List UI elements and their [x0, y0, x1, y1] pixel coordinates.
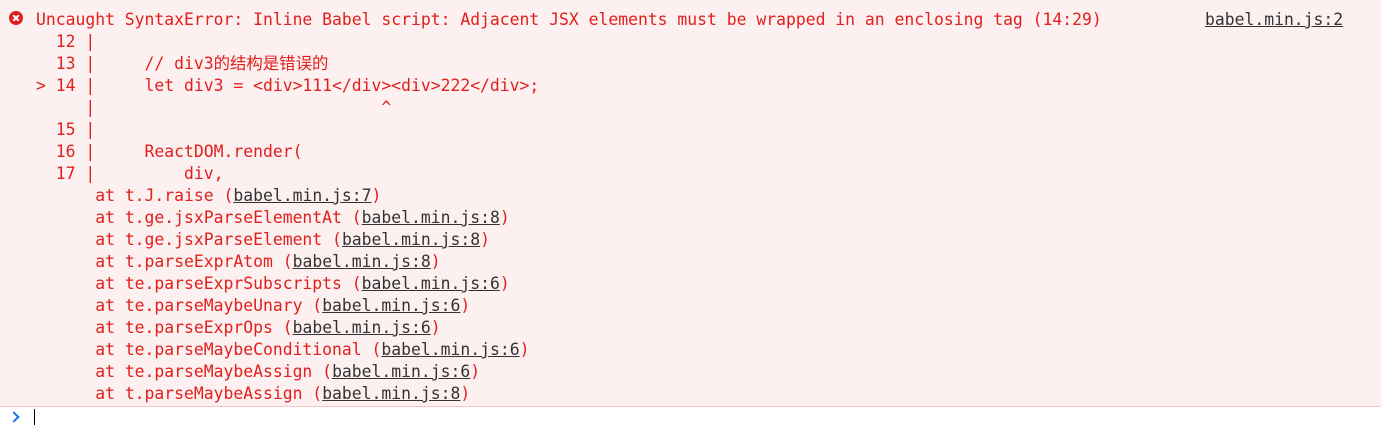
code-frame-line: 17 | div,: [36, 164, 224, 183]
stack-frame: at te.parseExprSubscripts (babel.min.js:…: [36, 274, 510, 293]
stack-frame: at te.parseExprOps (babel.min.js:6): [36, 318, 441, 337]
console-error-message: Uncaught SyntaxError: Inline Babel scrip…: [0, 0, 1381, 407]
stack-frame: at t.ge.jsxParseElementAt (babel.min.js:…: [36, 208, 510, 227]
console-input-caret[interactable]: [34, 409, 35, 425]
code-frame-line: 13 | // div3的结构是错误的: [36, 54, 329, 73]
chevron-right-icon: [8, 411, 20, 423]
stack-frame: at te.parseMaybeConditional (babel.min.j…: [36, 340, 530, 359]
error-source-link[interactable]: babel.min.js:2: [1205, 9, 1343, 31]
stack-frame-function: t.ge.jsxParseElement: [124, 230, 323, 249]
stack-frame-link[interactable]: babel.min.js:6: [362, 274, 500, 293]
stack-frame: at t.parseExprAtom (babel.min.js:8): [36, 252, 441, 271]
code-frame-line: 16 | ReactDOM.render(: [36, 142, 303, 161]
code-frame-line-highlight: > 14 | let div3 = <div>111</div><div>222…: [36, 76, 540, 95]
stack-frame-function: t.parseMaybeAssign: [124, 384, 303, 403]
code-frame-line: 15 |: [36, 120, 96, 139]
stack-frame-link[interactable]: babel.min.js:6: [332, 362, 470, 381]
code-frame-caret-line: | ^: [36, 98, 392, 117]
stack-frame-function: te.parseMaybeAssign: [124, 362, 313, 381]
stack-frame: at te.parseMaybeUnary (babel.min.js:6): [36, 296, 471, 315]
stack-frame-link[interactable]: babel.min.js:6: [322, 296, 460, 315]
stack-frame-function: te.parseExprSubscripts: [124, 274, 342, 293]
stack-frame-link[interactable]: babel.min.js:8: [322, 384, 460, 403]
error-message-text: Uncaught SyntaxError: Inline Babel scrip…: [36, 10, 1102, 29]
stack-frame-function: t.parseExprAtom: [124, 252, 273, 271]
stack-frame-link[interactable]: babel.min.js:8: [293, 252, 431, 271]
stack-frame-link[interactable]: babel.min.js:8: [362, 208, 500, 227]
console-prompt[interactable]: [0, 407, 1381, 425]
stack-frame-function: te.parseMaybeUnary: [124, 296, 303, 315]
stack-frame-link[interactable]: babel.min.js:6: [293, 318, 431, 337]
code-frame-line: 12 |: [36, 32, 96, 51]
stack-frame-link[interactable]: babel.min.js:7: [233, 186, 371, 205]
error-circle-icon: [9, 11, 23, 25]
stack-frame: at te.parseMaybeAssign (babel.min.js:6): [36, 362, 481, 381]
stack-frame-function: t.J.raise: [124, 186, 214, 205]
stack-frame: at t.ge.jsxParseElement (babel.min.js:8): [36, 230, 490, 249]
stack-frame-function: t.ge.jsxParseElementAt: [124, 208, 342, 227]
stack-frame-function: te.parseMaybeConditional: [124, 340, 362, 359]
stack-frame-link[interactable]: babel.min.js:6: [381, 340, 519, 359]
stack-frame: at t.J.raise (babel.min.js:7): [36, 186, 382, 205]
stack-frame-link[interactable]: babel.min.js:8: [342, 230, 480, 249]
stack-frame-function: te.parseExprOps: [124, 318, 273, 337]
stack-frame: at t.parseMaybeAssign (babel.min.js:8): [36, 384, 471, 403]
devtools-console: Uncaught SyntaxError: Inline Babel scrip…: [0, 0, 1381, 425]
